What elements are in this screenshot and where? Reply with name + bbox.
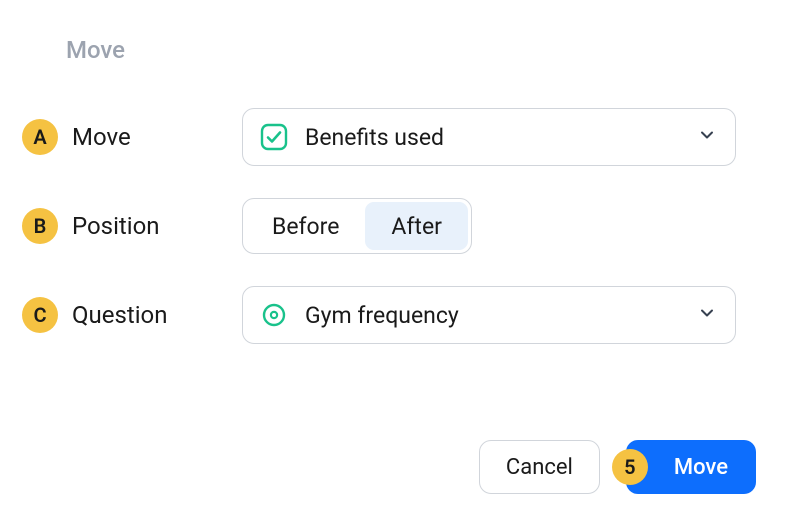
row-question-label: Question	[72, 301, 242, 329]
chevron-down-icon	[697, 125, 717, 149]
question-select[interactable]: Gym frequency	[242, 286, 736, 344]
cancel-button[interactable]: Cancel	[479, 440, 600, 494]
position-option-after[interactable]: After	[365, 202, 468, 250]
position-segmented-control: Before After	[242, 198, 472, 254]
row-position: B Position Before After	[22, 198, 756, 254]
move-dialog: Move A Move Benefits used	[0, 0, 800, 530]
row-position-label: Position	[72, 212, 242, 240]
move-select-value: Benefits used	[305, 124, 697, 151]
checkbox-checked-icon	[259, 122, 289, 152]
radio-target-icon	[259, 300, 289, 330]
row-question: C Question Gym frequency	[22, 286, 756, 344]
step-badge-c: C	[22, 297, 58, 333]
step-badge-a: A	[22, 119, 58, 155]
move-select[interactable]: Benefits used	[242, 108, 736, 166]
position-option-before[interactable]: Before	[246, 202, 365, 250]
dialog-footer: Cancel 5 Move	[479, 440, 756, 494]
step-badge-b: B	[22, 208, 58, 244]
step-badge-5: 5	[612, 449, 648, 485]
confirm-button-wrap: 5 Move	[626, 440, 756, 494]
dialog-title: Move	[66, 36, 756, 64]
row-move-label: Move	[72, 123, 242, 151]
row-move: A Move Benefits used	[22, 108, 756, 166]
question-select-value: Gym frequency	[305, 302, 697, 329]
chevron-down-icon	[697, 303, 717, 327]
